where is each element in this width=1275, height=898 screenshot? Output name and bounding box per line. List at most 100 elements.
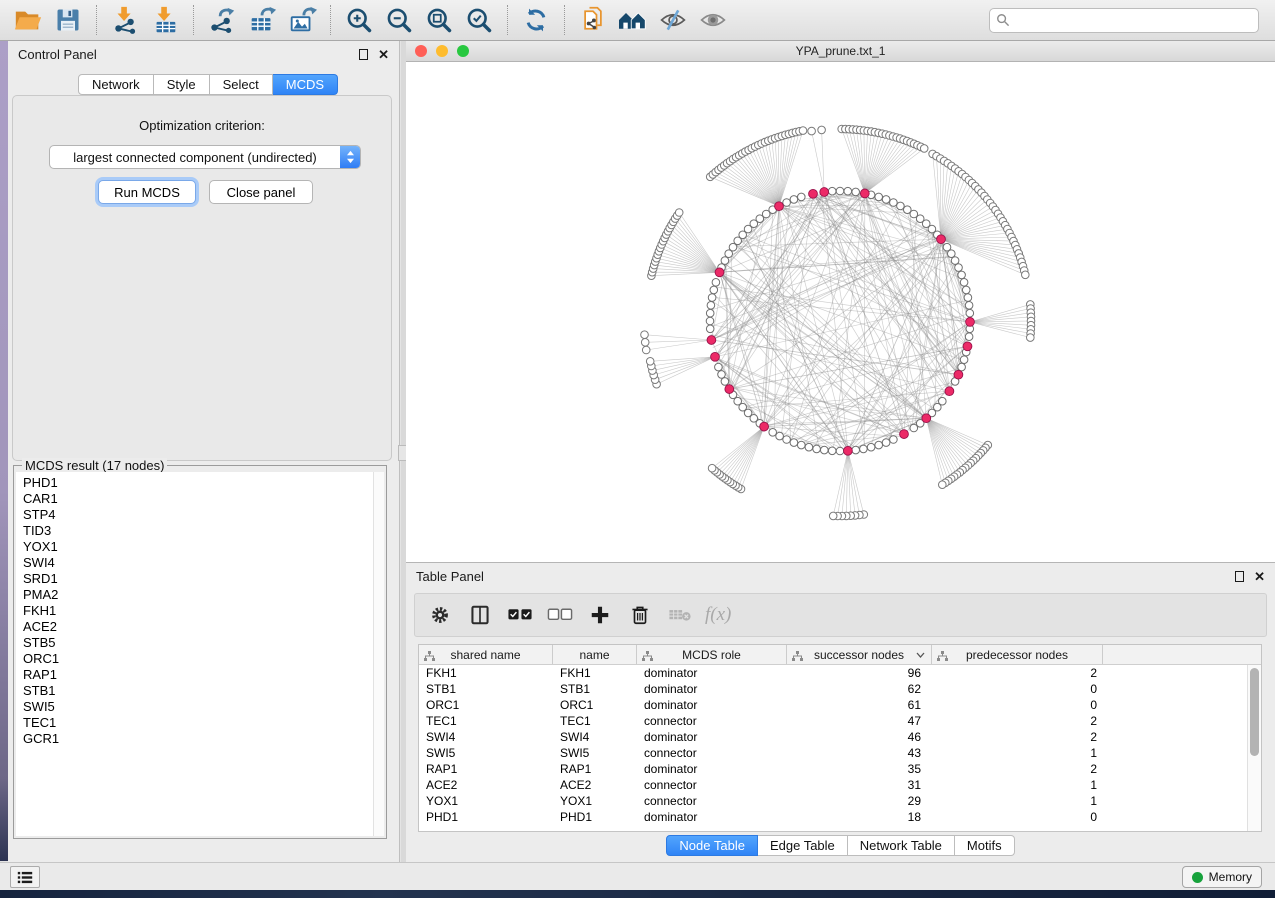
mcds-result-item[interactable]: STB5 [23, 635, 373, 651]
network-node[interactable] [721, 378, 729, 386]
network-node[interactable] [821, 446, 829, 454]
mcds-result-item[interactable]: GCR1 [23, 731, 373, 747]
table-scrollbar[interactable] [1247, 665, 1261, 831]
tab-node-table[interactable]: Node Table [666, 835, 758, 856]
mcds-node[interactable] [707, 336, 716, 345]
network-node[interactable] [828, 187, 836, 195]
mcds-node[interactable] [954, 370, 963, 379]
save-session-button[interactable] [51, 3, 85, 37]
mcds-result-item[interactable]: PMA2 [23, 587, 373, 603]
mcds-result-item[interactable]: STB1 [23, 683, 373, 699]
column-header-successor-nodes[interactable]: successor nodes [787, 645, 932, 664]
close-panel-icon[interactable]: ✕ [1254, 570, 1265, 583]
network-node[interactable] [715, 363, 723, 371]
open-file-button[interactable] [11, 3, 45, 37]
network-node[interactable] [1022, 271, 1030, 279]
close-panel-button[interactable]: Close panel [209, 180, 313, 204]
mcds-result-item[interactable]: CAR1 [23, 491, 373, 507]
network-node[interactable] [769, 429, 777, 437]
column-header-predecessor-nodes[interactable]: predecessor nodes [932, 645, 1103, 664]
column-header-shared-name[interactable]: shared name [419, 645, 553, 664]
mcds-node[interactable] [844, 446, 853, 455]
tab-network[interactable]: Network [78, 74, 154, 95]
table-row[interactable]: SWI5SWI5connector431 [419, 745, 1247, 761]
table-row[interactable]: SWI4SWI4dominator462 [419, 729, 1247, 745]
network-node[interactable] [808, 127, 816, 135]
network-node[interactable] [867, 443, 875, 451]
network-node[interactable] [960, 356, 968, 364]
network-node[interactable] [860, 445, 868, 453]
run-mcds-button[interactable]: Run MCDS [98, 180, 196, 204]
table-row[interactable]: FKH1FKH1dominator962 [419, 665, 1247, 681]
network-node[interactable] [948, 250, 956, 258]
network-node[interactable] [776, 432, 784, 440]
zoom-in-button[interactable] [342, 3, 376, 37]
network-node[interactable] [790, 439, 798, 447]
export-table-button[interactable] [245, 3, 279, 37]
tab-network-table[interactable]: Network Table [848, 835, 955, 856]
search-input[interactable] [1014, 13, 1252, 27]
mcds-result-item[interactable]: TID3 [23, 523, 373, 539]
float-panel-icon[interactable] [359, 49, 368, 60]
mcds-result-item[interactable]: SWI5 [23, 699, 373, 715]
network-graph-canvas[interactable] [406, 62, 1275, 562]
delete-column-button[interactable] [625, 600, 655, 630]
table-scrollbar-thumb[interactable] [1250, 668, 1259, 756]
network-node[interactable] [790, 196, 798, 204]
network-node[interactable] [964, 294, 972, 302]
mcds-node[interactable] [760, 422, 769, 431]
network-node[interactable] [813, 445, 821, 453]
zoom-out-button[interactable] [382, 3, 416, 37]
network-node[interactable] [641, 339, 649, 347]
mcds-result-item[interactable]: SRD1 [23, 571, 373, 587]
mcds-result-item[interactable]: TEC1 [23, 715, 373, 731]
network-node[interactable] [712, 279, 720, 287]
network-node[interactable] [890, 199, 898, 207]
mcds-result-list[interactable]: PHD1CAR1STP4TID3YOX1SWI4SRD1PMA2FKH1ACE2… [16, 472, 373, 836]
refresh-view-button[interactable] [519, 3, 553, 37]
network-node[interactable] [706, 325, 714, 333]
hide-graphics-details-button[interactable] [656, 3, 690, 37]
search-box[interactable] [989, 8, 1259, 33]
network-node[interactable] [939, 481, 947, 489]
network-node[interactable] [798, 441, 806, 449]
network-node[interactable] [882, 196, 890, 204]
network-node[interactable] [783, 199, 791, 207]
network-node[interactable] [951, 257, 959, 265]
mcds-node[interactable] [945, 387, 954, 396]
network-node[interactable] [642, 346, 650, 354]
network-node[interactable] [966, 309, 974, 317]
network-node[interactable] [707, 302, 715, 310]
network-node[interactable] [852, 188, 860, 196]
mcds-node[interactable] [715, 268, 724, 277]
zoom-fit-button[interactable] [422, 3, 456, 37]
table-row[interactable]: TEC1TEC1connector472 [419, 713, 1247, 729]
deselect-all-button[interactable] [545, 600, 575, 630]
network-node[interactable] [646, 358, 654, 366]
network-node[interactable] [955, 264, 963, 272]
column-header-name[interactable]: name [553, 645, 637, 664]
network-node[interactable] [783, 436, 791, 444]
mcds-result-item[interactable]: PHD1 [23, 475, 373, 491]
memory-button[interactable]: Memory [1182, 866, 1262, 888]
mcds-result-item[interactable]: RAP1 [23, 667, 373, 683]
network-node[interactable] [910, 424, 918, 432]
optimization-criterion-select[interactable]: largest connected component (undirected) [49, 145, 361, 169]
zoom-selected-button[interactable] [462, 3, 496, 37]
mcds-node[interactable] [725, 385, 734, 394]
network-node[interactable] [818, 126, 826, 134]
mcds-node[interactable] [809, 189, 818, 198]
network-node[interactable] [882, 439, 890, 447]
network-node[interactable] [805, 443, 813, 451]
tab-select[interactable]: Select [210, 74, 273, 95]
mcds-node[interactable] [966, 318, 975, 327]
mcds-node[interactable] [860, 189, 869, 198]
network-node[interactable] [875, 193, 883, 201]
network-node[interactable] [721, 257, 729, 265]
show-graphics-details-button[interactable] [696, 3, 730, 37]
network-node[interactable] [641, 331, 649, 339]
network-window-titlebar[interactable]: YPA_prune.txt_1 [406, 41, 1275, 62]
network-node[interactable] [962, 286, 970, 294]
mcds-result-item[interactable]: STP4 [23, 507, 373, 523]
close-panel-icon[interactable]: ✕ [378, 48, 389, 61]
